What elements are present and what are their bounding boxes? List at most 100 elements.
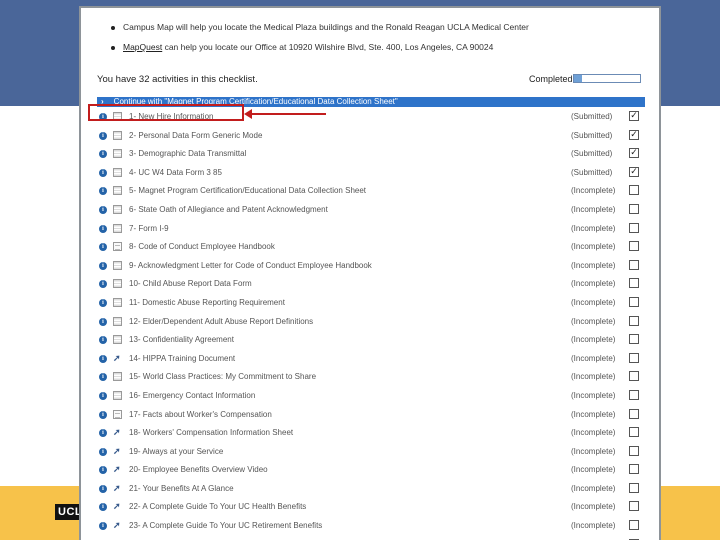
bullet-icon (111, 25, 115, 30)
bullet-text: can help you locate our Office at 10920 … (162, 42, 494, 52)
activity-link[interactable]: 14- HIPPA Training Document (129, 354, 235, 363)
activity-checkbox[interactable]: ✓ (629, 148, 639, 159)
activity-link[interactable]: 2- Personal Data Form Generic Mode (129, 131, 262, 140)
info-icon[interactable]: i (99, 243, 107, 252)
link-icon: ➚ (113, 520, 121, 531)
form-icon (113, 149, 122, 159)
form-icon (113, 167, 122, 177)
activity-link[interactable]: 5- Magnet Program Certification/Educatio… (129, 186, 366, 195)
activity-link[interactable]: 15- World Class Practices: My Commitment… (129, 372, 316, 381)
info-icon[interactable]: i (99, 280, 107, 289)
activity-checkbox[interactable] (629, 222, 639, 233)
info-icon[interactable]: i (99, 187, 107, 196)
form-icon (113, 223, 122, 233)
info-icon[interactable]: i (99, 150, 107, 159)
info-icon[interactable]: i (99, 391, 107, 400)
info-icon[interactable]: i (99, 317, 107, 326)
activity-link[interactable]: 6- State Oath of Allegiance and Patent A… (129, 205, 328, 214)
activity-checkbox[interactable] (629, 408, 639, 419)
info-icon[interactable]: i (99, 484, 107, 493)
activity-checkbox[interactable] (629, 371, 639, 382)
activity-checkbox[interactable] (629, 445, 639, 456)
info-icon[interactable]: i (99, 336, 107, 345)
activity-checkbox[interactable] (629, 501, 639, 512)
activity-checkbox[interactable]: ✓ (629, 111, 639, 121)
activity-checkbox[interactable] (629, 520, 639, 531)
activity-link[interactable]: 17- Facts about Worker's Compensation (129, 410, 272, 419)
activity-link[interactable]: 8- Code of Conduct Employee Handbook (129, 242, 275, 251)
activity-checkbox[interactable] (629, 334, 639, 345)
info-icon[interactable]: i (99, 503, 107, 512)
info-icon[interactable]: i (99, 466, 107, 475)
activity-row: i 9- Acknowledgment Letter for Code of Co… (95, 257, 647, 276)
activity-status: (Incomplete) (571, 521, 616, 531)
activity-checkbox[interactable] (629, 203, 639, 214)
activity-checkbox[interactable] (629, 352, 639, 363)
activity-link[interactable]: 16- Emergency Contact Information (129, 391, 255, 400)
activity-link[interactable]: 19- Always at your Service (129, 447, 223, 456)
activity-row: i 17- Facts about Worker's Compensation (I… (95, 406, 647, 425)
activity-checkbox[interactable]: ✓ (629, 129, 639, 140)
activity-row: i 8- Code of Conduct Employee Handbook (In… (95, 238, 647, 257)
activity-checkbox[interactable] (629, 241, 639, 252)
info-icon[interactable]: i (99, 261, 107, 270)
info-icon[interactable]: i (99, 447, 107, 456)
activity-status: (Incomplete) (571, 502, 616, 512)
info-icon[interactable]: i (99, 168, 107, 177)
activity-checkbox[interactable] (629, 389, 639, 400)
activity-checkbox[interactable]: ✓ (629, 166, 639, 177)
activity-status: (Incomplete) (571, 279, 616, 289)
activity-link[interactable]: 23- A Complete Guide To Your UC Retireme… (129, 521, 322, 530)
activity-row: i 5- Magnet Program Certification/Educati… (95, 182, 647, 201)
activity-row: i 10- Child Abuse Report Data Form (Incomp… (95, 275, 647, 294)
activity-checkbox[interactable] (629, 278, 639, 289)
activity-checkbox[interactable] (629, 427, 639, 438)
activity-link[interactable]: 22- A Complete Guide To Your UC Health B… (129, 502, 306, 511)
activity-row: i ➚ 18- Workers' Compensation Information … (95, 424, 647, 443)
info-icon[interactable]: i (99, 429, 107, 438)
activity-checkbox[interactable] (629, 464, 639, 475)
info-icon[interactable]: i (99, 298, 107, 307)
info-icon[interactable]: i (99, 205, 107, 214)
activity-link[interactable]: 7- Form I-9 (129, 224, 169, 233)
activity-status: (Submitted) (571, 167, 613, 177)
activity-link[interactable]: 10- Child Abuse Report Data Form (129, 279, 252, 288)
activity-row: i 2- Personal Data Form Generic Mode (Subm… (95, 127, 647, 146)
activity-link[interactable]: 21- Your Benefits At A Glance (129, 484, 234, 493)
info-icon[interactable]: i (99, 354, 107, 363)
activity-checkbox[interactable] (629, 296, 639, 307)
activity-row: i ➚ 21- Your Benefits At A Glance (Incomple… (95, 480, 647, 499)
activity-status: (Incomplete) (571, 297, 616, 307)
activity-link[interactable]: 3- Demographic Data Transmittal (129, 149, 246, 158)
activity-link[interactable]: 18- Workers' Compensation Information Sh… (129, 428, 293, 437)
activity-row: i 12- Elder/Dependent Adult Abuse Report … (95, 313, 647, 332)
activity-checkbox[interactable] (629, 315, 639, 326)
info-icon[interactable]: i (99, 224, 107, 233)
info-icon[interactable]: i (99, 410, 107, 419)
activity-checkbox[interactable] (629, 259, 639, 270)
activity-link[interactable]: 9- Acknowledgment Letter for Code of Con… (129, 261, 372, 270)
info-icon[interactable]: i (99, 373, 107, 382)
activity-link[interactable]: 11- Domestic Abuse Reporting Requirement (129, 298, 285, 307)
activity-link[interactable]: 12- Elder/Dependent Adult Abuse Report D… (129, 317, 313, 326)
activity-link[interactable]: 4- UC W4 Data Form 3 85 (129, 168, 222, 177)
activity-list: i 1- New Hire Information (Submitted) ✓ i 2- … (95, 108, 647, 540)
bullet-campus-map: Campus Map will help you locate the Medi… (111, 22, 529, 42)
info-icon[interactable]: i (99, 522, 107, 531)
form-icon (113, 130, 122, 140)
activity-status: (Submitted) (571, 112, 613, 121)
activity-link[interactable]: 20- Employee Benefits Overview Video (129, 465, 268, 474)
mapquest-link[interactable]: MapQuest (123, 42, 162, 52)
annotation-arrow (248, 113, 326, 115)
activity-status: (Incomplete) (571, 428, 616, 438)
form-icon (113, 297, 122, 307)
form-icon (113, 204, 122, 214)
activity-status: (Incomplete) (571, 223, 616, 233)
activity-row: i 4- UC W4 Data Form 3 85 (Submitted) ✓ (95, 164, 647, 183)
link-icon: ➚ (113, 482, 121, 493)
activity-link[interactable]: 13- Confidentiality Agreement (129, 335, 234, 344)
activity-checkbox[interactable] (629, 185, 639, 196)
activity-row: i 6- State Oath of Allegiance and Patent … (95, 201, 647, 220)
activity-checkbox[interactable] (629, 482, 639, 493)
info-icon[interactable]: i (99, 131, 107, 140)
